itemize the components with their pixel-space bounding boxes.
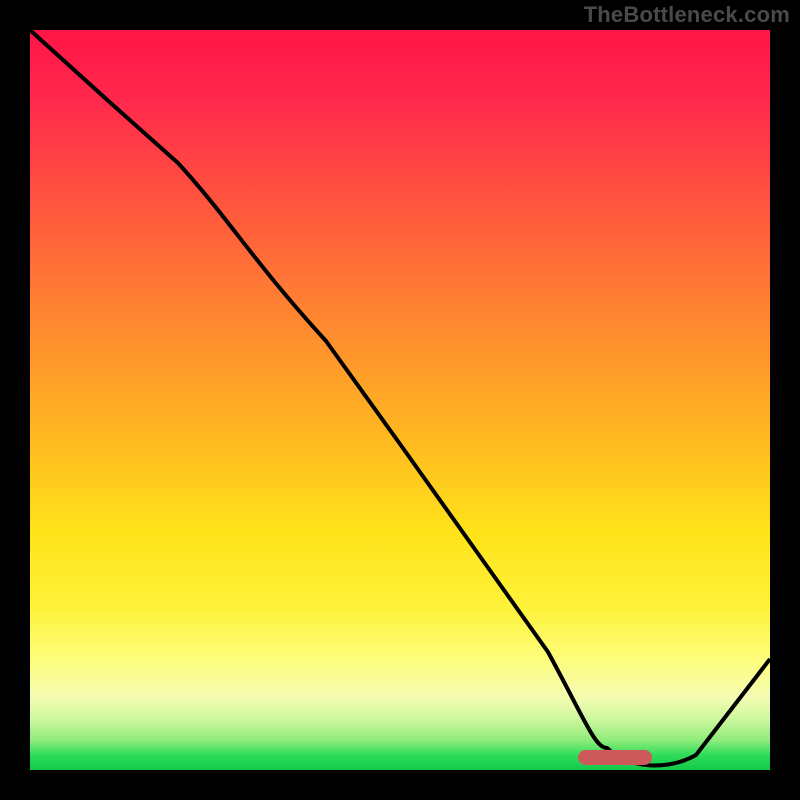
chart-frame: TheBottleneck.com: [0, 0, 800, 800]
optimum-range-marker: [578, 750, 652, 765]
bottleneck-curve: [30, 30, 770, 770]
curve-path: [30, 30, 770, 765]
plot-area: [30, 30, 770, 770]
watermark-text: TheBottleneck.com: [584, 2, 790, 28]
